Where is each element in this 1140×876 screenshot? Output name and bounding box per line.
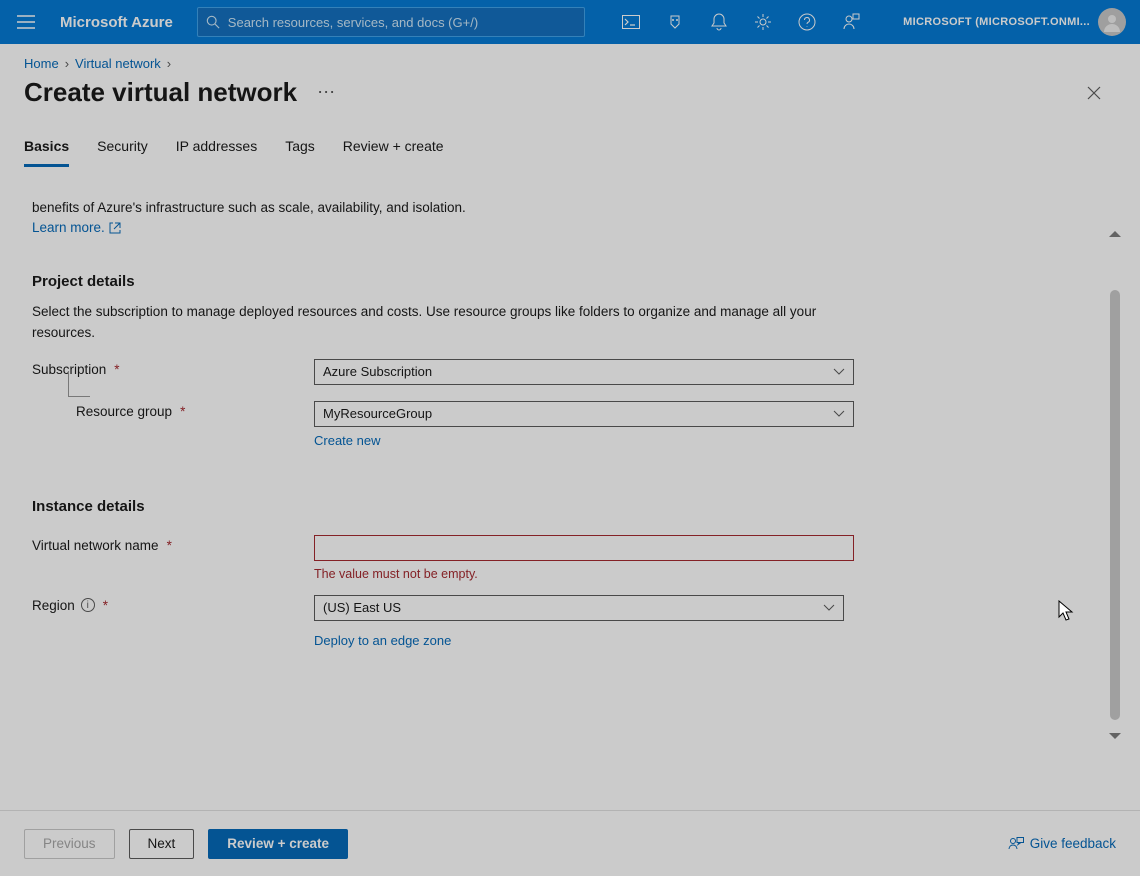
avatar[interactable] <box>1098 8 1126 36</box>
learn-more-link[interactable]: Learn more. <box>32 220 121 235</box>
edge-zone-link[interactable]: Deploy to an edge zone <box>314 633 451 648</box>
learn-more-label: Learn more. <box>32 220 105 235</box>
page-title: Create virtual network <box>24 77 297 108</box>
scroll-up-button[interactable] <box>1108 226 1122 244</box>
tab-basics[interactable]: Basics <box>24 138 69 167</box>
feedback-top-button[interactable] <box>829 0 873 44</box>
chevron-right-icon: › <box>65 56 69 71</box>
search-placeholder: Search resources, services, and docs (G+… <box>228 15 478 30</box>
person-feedback-icon <box>842 13 860 31</box>
title-row: Create virtual network ⋯ <box>0 75 1140 108</box>
avatar-icon <box>1102 12 1122 32</box>
breadcrumb-home[interactable]: Home <box>24 56 59 71</box>
next-button[interactable]: Next <box>129 829 195 859</box>
resource-group-select[interactable]: MyResourceGroup <box>314 401 854 427</box>
resource-group-label: Resource group* <box>32 401 314 419</box>
breadcrumb-virtual-network[interactable]: Virtual network <box>75 56 161 71</box>
tab-review-create[interactable]: Review + create <box>343 138 444 167</box>
chevron-right-icon: › <box>167 56 171 71</box>
close-button[interactable] <box>1080 79 1108 107</box>
search-input[interactable]: Search resources, services, and docs (G+… <box>197 7 585 37</box>
form-content: benefits of Azure's infrastructure such … <box>0 198 1140 806</box>
copilot-button[interactable] <box>653 0 697 44</box>
top-bar: Microsoft Azure Search resources, servic… <box>0 0 1140 44</box>
menu-button[interactable] <box>8 4 44 40</box>
brand-label[interactable]: Microsoft Azure <box>60 14 173 31</box>
search-icon <box>206 15 220 29</box>
help-button[interactable] <box>785 0 829 44</box>
scroll-down-button[interactable] <box>1108 728 1122 746</box>
scrollbar-thumb[interactable] <box>1110 290 1120 720</box>
more-actions-button[interactable]: ⋯ <box>317 82 335 103</box>
info-icon[interactable]: i <box>81 598 95 612</box>
vnet-name-error: The value must not be empty. <box>314 567 854 581</box>
help-icon <box>798 13 816 31</box>
copilot-icon <box>666 14 684 30</box>
gear-icon <box>754 13 772 31</box>
give-feedback-link[interactable]: Give feedback <box>1008 836 1116 851</box>
give-feedback-label: Give feedback <box>1030 836 1116 851</box>
notifications-button[interactable] <box>697 0 741 44</box>
subscription-value: Azure Subscription <box>323 364 432 379</box>
top-icon-group <box>609 0 873 44</box>
region-label: Region i * <box>32 595 314 613</box>
tab-security[interactable]: Security <box>97 138 148 167</box>
feedback-icon <box>1008 837 1024 851</box>
instance-details-heading: Instance details <box>32 498 1116 515</box>
tree-connector <box>68 371 90 397</box>
tab-tags[interactable]: Tags <box>285 138 315 167</box>
create-new-link[interactable]: Create new <box>314 433 380 448</box>
close-icon <box>1086 85 1102 101</box>
hamburger-icon <box>17 15 35 29</box>
region-select[interactable]: (US) East US <box>314 595 844 621</box>
previous-button[interactable]: Previous <box>24 829 115 859</box>
region-value: (US) East US <box>323 600 401 615</box>
breadcrumb: Home › Virtual network › <box>0 44 1140 75</box>
chevron-down-icon <box>823 604 835 612</box>
caret-up-icon <box>1108 229 1122 239</box>
vnet-name-label: Virtual network name* <box>32 535 314 553</box>
cloud-shell-icon <box>622 15 640 29</box>
vnet-name-input[interactable] <box>314 535 854 561</box>
footer-bar: Previous Next Review + create Give feedb… <box>0 810 1140 876</box>
cloud-shell-button[interactable] <box>609 0 653 44</box>
external-link-icon <box>109 222 121 234</box>
bell-icon <box>711 13 727 31</box>
caret-down-icon <box>1108 731 1122 741</box>
subscription-select[interactable]: Azure Subscription <box>314 359 854 385</box>
project-details-heading: Project details <box>32 273 1116 290</box>
chevron-down-icon <box>833 410 845 418</box>
tab-ip-addresses[interactable]: IP addresses <box>176 138 257 167</box>
project-details-desc: Select the subscription to manage deploy… <box>32 302 852 343</box>
review-create-button[interactable]: Review + create <box>208 829 348 859</box>
intro-text: benefits of Azure's infrastructure such … <box>32 198 932 218</box>
resource-group-value: MyResourceGroup <box>323 406 432 421</box>
chevron-down-icon <box>833 368 845 376</box>
tab-bar: Basics Security IP addresses Tags Review… <box>0 108 1140 167</box>
settings-button[interactable] <box>741 0 785 44</box>
account-label[interactable]: MICROSOFT (MICROSOFT.ONMI... <box>903 16 1090 28</box>
